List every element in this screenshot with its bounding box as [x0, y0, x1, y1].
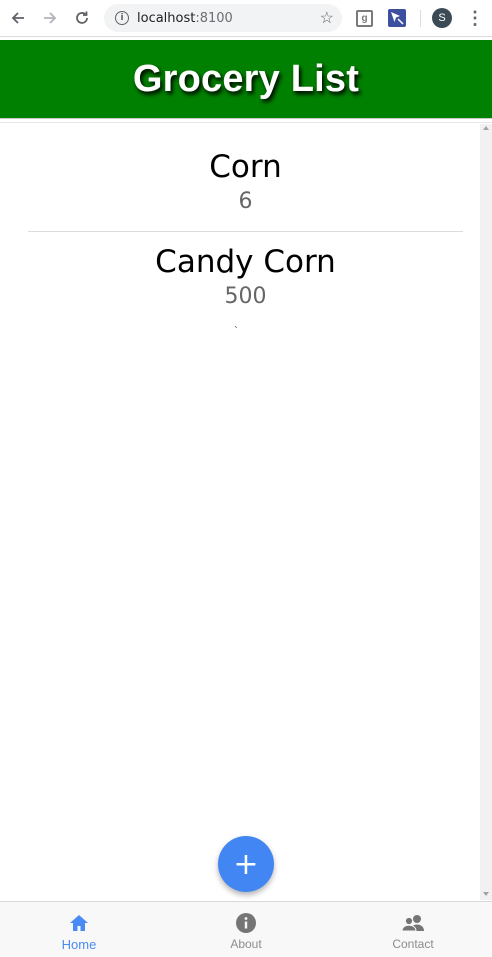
tab-contact[interactable]: Contact: [331, 902, 492, 957]
back-button[interactable]: [6, 6, 30, 30]
item-name: Candy Corn: [155, 244, 336, 280]
url-port: :8100: [195, 10, 233, 26]
tab-bar: Home About Contact: [0, 901, 492, 957]
toolbar-separator: [420, 10, 421, 27]
forward-arrow-icon: [44, 12, 57, 24]
tab-about[interactable]: About: [164, 902, 328, 957]
back-arrow-icon: [11, 12, 24, 24]
scroll-up-arrow-icon[interactable]: [483, 126, 489, 130]
avatar-letter: S: [438, 12, 446, 24]
item-name: Corn: [209, 149, 282, 185]
info-icon: [236, 912, 256, 934]
people-icon: [401, 912, 425, 934]
tab-label: About: [230, 937, 262, 951]
browser-menu-icon[interactable]: ⋮: [466, 6, 484, 30]
app-header: Grocery List: [0, 40, 492, 119]
extension-g-letter: g: [361, 13, 368, 24]
extension-g-icon[interactable]: g: [356, 10, 373, 27]
browser-toolbar: i localhost:8100 ☆ g S ⋮: [0, 0, 492, 37]
tab-home[interactable]: Home: [0, 902, 161, 957]
home-icon: [69, 912, 89, 934]
reload-icon: [76, 11, 88, 24]
toolbar-divider: [0, 36, 492, 37]
reload-button[interactable]: [70, 6, 94, 30]
address-bar[interactable]: i localhost:8100 ☆: [104, 4, 342, 32]
tab-label: Contact: [392, 937, 434, 951]
stray-mark: `: [234, 324, 238, 338]
extension-cursor-icon[interactable]: [388, 9, 406, 27]
plus-icon: +: [233, 846, 259, 882]
tab-label: Home: [61, 937, 97, 952]
page-title: Grocery List: [132, 57, 360, 100]
scroll-down-arrow-icon[interactable]: [483, 892, 489, 896]
list-item[interactable]: Candy Corn 500: [28, 244, 463, 309]
forward-button[interactable]: [38, 6, 62, 30]
header-divider: [0, 119, 492, 123]
item-quantity: 500: [224, 284, 267, 309]
bookmark-star-icon[interactable]: ☆: [320, 8, 334, 28]
item-quantity: 6: [238, 189, 253, 214]
grocery-list: Corn 6 Candy Corn 500 `: [0, 124, 480, 900]
site-info-icon[interactable]: i: [115, 11, 129, 25]
add-item-button[interactable]: +: [218, 836, 274, 892]
url-text: localhost:8100: [137, 11, 233, 26]
scrollbar[interactable]: [480, 124, 492, 900]
url-host: localhost: [137, 10, 196, 26]
list-item[interactable]: Corn 6: [28, 149, 463, 232]
profile-avatar[interactable]: S: [432, 8, 452, 28]
